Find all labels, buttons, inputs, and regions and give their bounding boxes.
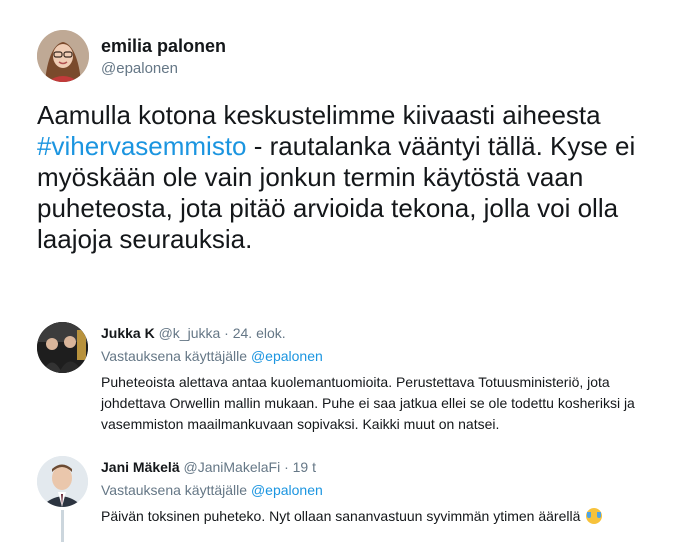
reply-header: Jukka K @k_jukka · 24. elok. — [101, 324, 661, 342]
replying-to-label: Vastauksena käyttäjälle — [101, 348, 248, 364]
reply-item: Jukka K @k_jukka · 24. elok. Vastauksena… — [101, 324, 661, 435]
reply-author-handle[interactable]: @k_jukka — [159, 325, 221, 341]
author-avatar[interactable] — [37, 30, 89, 82]
reply-timestamp[interactable]: 19 t — [293, 459, 316, 475]
separator-dot: · — [224, 325, 229, 341]
hashtag-link[interactable]: #vihervasemmisto — [37, 131, 247, 161]
separator-dot: · — [284, 459, 289, 475]
author-photo — [37, 30, 89, 82]
reply-item: Jani Mäkelä @JaniMakelaFi · 19 t Vastauk… — [101, 458, 661, 527]
thread-connector-line — [61, 510, 64, 542]
replying-to: Vastauksena käyttäjälle @epalonen — [101, 482, 661, 498]
reply-photo — [37, 322, 88, 373]
reply-timestamp[interactable]: 24. elok. — [233, 325, 286, 341]
replying-to: Vastauksena käyttäjälle @epalonen — [101, 348, 661, 364]
tweet-text-before: Aamulla kotona keskustelimme kiivaasti a… — [37, 100, 601, 130]
reply-avatar[interactable] — [37, 456, 88, 507]
reply-avatar[interactable] — [37, 322, 88, 373]
tweet-text: Aamulla kotona keskustelimme kiivaasti a… — [37, 100, 647, 255]
reply-text: Päivän toksinen puheteko. Nyt ollaan san… — [101, 506, 661, 527]
reply-author-name[interactable]: Jukka K — [101, 325, 155, 341]
replying-to-label: Vastauksena käyttäjälle — [101, 482, 248, 498]
mention-link[interactable]: @epalonen — [251, 482, 323, 498]
author-handle[interactable]: @epalonen — [101, 60, 178, 77]
reply-header: Jani Mäkelä @JaniMakelaFi · 19 t — [101, 458, 661, 476]
reply-text-content: Päivän toksinen puheteko. Nyt ollaan san… — [101, 508, 581, 524]
reply-author-handle[interactable]: @JaniMakelaFi — [184, 459, 281, 475]
author-name[interactable]: emilia palonen — [101, 36, 226, 57]
reply-text: Puheteoista alettava antaa kuolemantuomi… — [101, 374, 635, 432]
tears-of-joy-emoji-icon — [586, 508, 603, 524]
reply-photo — [37, 456, 88, 507]
mention-link[interactable]: @epalonen — [251, 348, 323, 364]
reply-author-name[interactable]: Jani Mäkelä — [101, 459, 180, 475]
